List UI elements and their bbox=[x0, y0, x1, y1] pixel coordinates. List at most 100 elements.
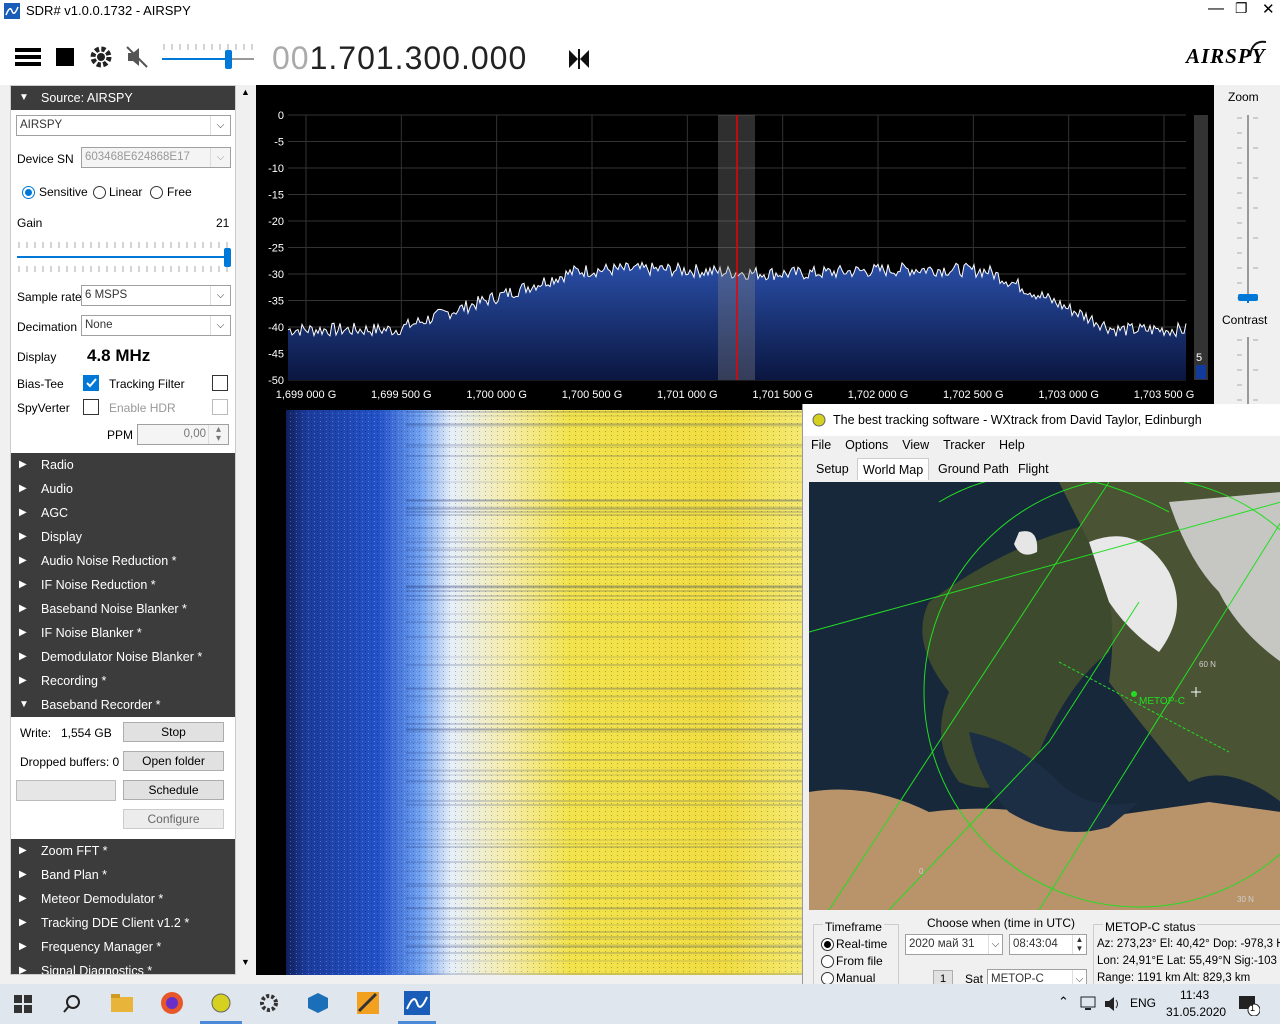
device-select[interactable]: AIRSPY ⌵ bbox=[16, 115, 231, 136]
radio-free[interactable] bbox=[150, 186, 163, 199]
schedule-button[interactable]: Schedule bbox=[123, 780, 224, 800]
x-tick-label: 1,700 500 G bbox=[562, 389, 623, 401]
tab-flight[interactable]: Flight bbox=[1013, 458, 1054, 480]
menu-help[interactable]: Help bbox=[999, 438, 1025, 452]
section-if-noise-blanker[interactable]: ▶ IF Noise Blanker * bbox=[11, 621, 235, 645]
contrast-slider[interactable] bbox=[1233, 335, 1263, 405]
menu-tracker[interactable]: Tracker bbox=[943, 438, 985, 452]
configure-button[interactable]: Configure bbox=[123, 809, 224, 829]
section-band-plan[interactable]: ▶ Band Plan * bbox=[11, 863, 235, 887]
spyverter-checkbox[interactable] bbox=[83, 399, 99, 415]
gear-icon[interactable] bbox=[86, 42, 116, 72]
scroll-up-icon[interactable]: ▲ bbox=[241, 87, 250, 97]
sdrsharp-taskbar-icon[interactable] bbox=[404, 991, 430, 1015]
section-if-noise-reduction[interactable]: ▶ IF Noise Reduction * bbox=[11, 573, 235, 597]
clock-time[interactable]: 11:43 bbox=[1180, 988, 1209, 1002]
windows-start-icon[interactable] bbox=[14, 995, 32, 1013]
date-picker[interactable]: 2020 май 31 ⌵ bbox=[905, 934, 1003, 955]
close-icon[interactable]: ✕ bbox=[1262, 0, 1275, 18]
wxtrack-taskbar-icon[interactable] bbox=[210, 992, 232, 1014]
menu-file[interactable]: File bbox=[811, 438, 831, 452]
fromfile-label: From file bbox=[836, 954, 883, 968]
tab-ground-path[interactable]: Ground Path bbox=[933, 458, 1014, 480]
spyverter-label: SpyVerter bbox=[17, 401, 70, 415]
section-display[interactable]: ▶ Display bbox=[11, 525, 235, 549]
swap-icon[interactable] bbox=[566, 46, 592, 72]
section-meteor-demodulator[interactable]: ▶ Meteor Demodulator * bbox=[11, 887, 235, 911]
section-label: Band Plan * bbox=[41, 868, 108, 882]
section-recording[interactable]: ▶ Recording * bbox=[11, 669, 235, 693]
decimation-select[interactable]: None ⌵ bbox=[81, 315, 231, 336]
language-indicator[interactable]: ENG bbox=[1130, 996, 1156, 1010]
radio-linear[interactable] bbox=[93, 186, 106, 199]
section-baseband-recorder[interactable]: ▼ Baseband Recorder * bbox=[11, 693, 235, 717]
clock-date[interactable]: 31.05.2020 bbox=[1166, 1005, 1226, 1019]
stop-button[interactable]: Stop bbox=[123, 722, 224, 742]
status-title: METOP-C status bbox=[1103, 920, 1198, 934]
menu-icon[interactable] bbox=[13, 42, 43, 72]
x-tick-label: 1,701 500 G bbox=[752, 389, 813, 401]
menu-options[interactable]: Options bbox=[845, 438, 888, 452]
time-input[interactable]: 08:43:04 ▲ ▼ bbox=[1009, 934, 1087, 955]
section-demodulator-noise-blanker[interactable]: ▶ Demodulator Noise Blanker * bbox=[11, 645, 235, 669]
menu-view[interactable]: View bbox=[902, 438, 929, 452]
section-baseband-noise-blanker[interactable]: ▶ Baseband Noise Blanker * bbox=[11, 597, 235, 621]
mute-icon[interactable] bbox=[122, 42, 152, 72]
dropped-buffers: Dropped buffers: 0 bbox=[20, 755, 120, 769]
ppm-input[interactable]: 0,00 ▴ ▾ bbox=[137, 424, 229, 445]
sdrsharp-icon bbox=[4, 3, 20, 19]
display-bandwidth: 4.8 MHz bbox=[87, 346, 151, 365]
open-folder-button[interactable]: Open folder bbox=[123, 751, 224, 771]
app-orange-icon[interactable] bbox=[356, 991, 380, 1015]
tray-chevron-icon[interactable]: ⌃ bbox=[1058, 994, 1069, 1010]
biastee-checkbox[interactable] bbox=[83, 375, 99, 391]
section-tracking-dde-client-v1-2[interactable]: ▶ Tracking DDE Client v1.2 * bbox=[11, 911, 235, 935]
gain-slider[interactable] bbox=[17, 238, 231, 272]
file-explorer-icon[interactable] bbox=[110, 992, 134, 1014]
wxtrack-tabs: Setup World Map Ground Path Flight bbox=[807, 458, 1280, 482]
tab-world-map[interactable]: World Map bbox=[857, 458, 930, 480]
expand-arrow-icon: ▶ bbox=[19, 555, 27, 566]
panel-scrollbar[interactable]: ▲ ▼ bbox=[236, 85, 254, 975]
section-signal-diagnostics[interactable]: ▶ Signal Diagnostics * bbox=[11, 959, 235, 975]
scroll-down-icon[interactable]: ▼ bbox=[241, 957, 250, 967]
virtualbox-icon[interactable] bbox=[306, 991, 330, 1015]
radio-realtime[interactable] bbox=[821, 938, 834, 951]
section-label: Zoom FFT * bbox=[41, 844, 108, 858]
section-audio[interactable]: ▶ Audio bbox=[11, 477, 235, 501]
volume-slider[interactable] bbox=[162, 40, 254, 74]
radio-sensitive[interactable] bbox=[22, 186, 35, 199]
stop-icon[interactable] bbox=[50, 42, 80, 72]
hdr-checkbox[interactable] bbox=[212, 399, 228, 415]
zoom-slider[interactable] bbox=[1233, 113, 1263, 308]
settings-gear-icon[interactable] bbox=[258, 992, 280, 1014]
frequency-display[interactable]: 001.701.300.000 bbox=[272, 40, 527, 77]
expand-arrow-icon: ▶ bbox=[19, 941, 27, 952]
display-label: Display bbox=[17, 350, 57, 364]
notifications-icon[interactable] bbox=[1238, 994, 1260, 1016]
sample-rate-select[interactable]: 6 MSPS ⌵ bbox=[81, 285, 231, 306]
world-map[interactable]: METOP-C 60 N 0 30 N bbox=[809, 482, 1280, 910]
tracking-filter-checkbox[interactable] bbox=[212, 375, 228, 391]
minimize-icon[interactable]: — bbox=[1208, 0, 1224, 18]
search-icon[interactable] bbox=[62, 994, 82, 1014]
volume-icon[interactable] bbox=[1104, 996, 1122, 1012]
wxtrack-titlebar: The best tracking software - WXtrack fro… bbox=[803, 404, 1280, 436]
restore-icon[interactable]: ❐ bbox=[1235, 0, 1248, 17]
waterfall-display[interactable] bbox=[256, 410, 802, 975]
section-radio[interactable]: ▶ Radio bbox=[11, 453, 235, 477]
firefox-icon[interactable] bbox=[160, 991, 184, 1015]
section-label: Signal Diagnostics * bbox=[41, 964, 153, 975]
section-zoom-fft[interactable]: ▶ Zoom FFT * bbox=[11, 839, 235, 863]
section-agc[interactable]: ▶ AGC bbox=[11, 501, 235, 525]
section-source[interactable]: ▼ Source: AIRSPY bbox=[11, 86, 235, 110]
tab-setup[interactable]: Setup bbox=[811, 458, 854, 480]
radio-fromfile[interactable] bbox=[821, 955, 834, 968]
network-icon[interactable] bbox=[1080, 996, 1098, 1012]
section-frequency-manager[interactable]: ▶ Frequency Manager * bbox=[11, 935, 235, 959]
chevron-down-icon: ⌵ bbox=[210, 116, 230, 135]
spectrum-display[interactable]: 0 -5 -10 -15 -20 -25 -30 -35 -40 -45 -50 1,699 000… bbox=[256, 85, 1214, 410]
expand-arrow-icon: ▶ bbox=[19, 893, 27, 904]
device-sn-select[interactable]: 603468E624868E17 ⌵ bbox=[81, 147, 231, 168]
section-audio-noise-reduction[interactable]: ▶ Audio Noise Reduction * bbox=[11, 549, 235, 573]
